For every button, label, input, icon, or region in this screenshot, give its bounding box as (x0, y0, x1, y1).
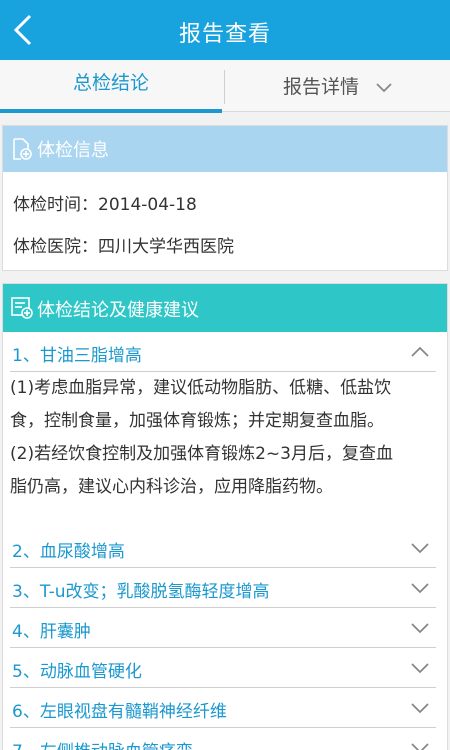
tab-summary[interactable]: 总检结论 (0, 60, 222, 113)
exam-info-header: 体检信息 (3, 126, 447, 172)
tab-summary-label: 总检结论 (72, 72, 149, 94)
advice-line: 脂仍高，建议心内科诊治，应用降脂药物。 (10, 477, 333, 497)
chevron-down-icon (376, 82, 392, 92)
item-label: 7、左侧椎动脉血管痉挛 (12, 737, 193, 750)
chevron-down-icon (411, 583, 429, 594)
exam-hospital: 体检医院：四川大学华西医院 (13, 237, 234, 257)
tab-divider (224, 70, 225, 104)
advice-line: 食，控制食量，加强体育锻炼；并定期复查血脂。 (10, 411, 384, 431)
conclusion-item-1[interactable]: 1、甘油三脂增高 (10, 334, 436, 372)
conclusion-header: 体检结论及健康建议 (3, 284, 447, 332)
document-add-icon (13, 138, 32, 160)
tab-detail-label: 报告详情 (282, 76, 359, 98)
chevron-down-icon (411, 543, 429, 554)
list-add-icon (11, 297, 33, 319)
exam-info-title: 体检信息 (37, 140, 109, 161)
conclusion-item-7[interactable]: 7、左侧椎动脉血管痉挛 (10, 730, 436, 750)
chevron-down-icon (411, 623, 429, 634)
app-header: 报告查看 (0, 0, 450, 60)
page-title: 报告查看 (178, 22, 271, 47)
chevron-down-icon (411, 703, 429, 714)
exam-info-card: 体检信息 体检时间：2014-04-18 体检医院：四川大学华西医院 (2, 125, 448, 271)
item-1-advice: (1)考虑血脂异常，建议低动物脂肪、低糖、低盐饮 食，控制食量，加强体育锻炼；并… (10, 372, 436, 504)
conclusion-title: 体检结论及健康建议 (37, 300, 199, 321)
tab-report-detail[interactable]: 报告详情 (226, 60, 450, 112)
conclusion-item-3[interactable]: 3、T-u改变；乳酸脱氢酶轻度增高 (10, 570, 436, 608)
advice-line: (1)考虑血脂异常，建议低动物脂肪、低糖、低盐饮 (10, 378, 392, 398)
advice-line: (2)若经饮食控制及加强体育锻炼2~3月后，复查血 (10, 444, 393, 464)
item-label: 1、甘油三脂增高 (12, 346, 142, 366)
chevron-down-icon (411, 743, 429, 750)
item-label: 3、T-u改变；乳酸脱氢酶轻度增高 (12, 582, 270, 602)
item-label: 4、肝囊肿 (12, 622, 91, 642)
tab-bar: 总检结论 报告详情 (0, 60, 450, 113)
active-tab-indicator (0, 109, 222, 113)
conclusion-item-2[interactable]: 2、血尿酸增高 (10, 530, 436, 568)
conclusion-item-5[interactable]: 5、动脉血管硬化 (10, 650, 436, 688)
item-label: 6、左眼视盘有髓鞘神经纤维 (12, 702, 227, 722)
conclusion-item-4[interactable]: 4、肝囊肿 (10, 610, 436, 648)
conclusion-item-6[interactable]: 6、左眼视盘有髓鞘神经纤维 (10, 690, 436, 728)
item-label: 5、动脉血管硬化 (12, 662, 142, 682)
exam-time: 体检时间：2014-04-18 (13, 195, 197, 215)
item-label: 2、血尿酸增高 (12, 542, 125, 562)
chevron-up-icon (411, 346, 429, 357)
chevron-down-icon (411, 663, 429, 674)
